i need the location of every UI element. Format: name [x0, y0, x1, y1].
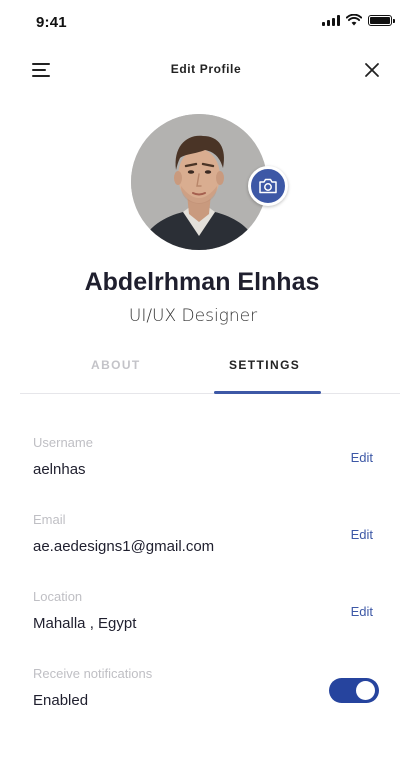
profile-name: Abdelrhman Elnhas: [84, 268, 320, 296]
avatar-container: [131, 114, 288, 250]
tab-settings[interactable]: SETTINGS: [229, 358, 300, 372]
field-label: Location: [33, 589, 83, 604]
cellular-signal-icon: [322, 14, 340, 26]
active-tab-indicator: [214, 391, 321, 394]
email-field: Email ae.aedesigns1@gmail.com Edit: [33, 512, 379, 562]
edit-username-button[interactable]: Edit: [351, 450, 373, 465]
edit-location-button[interactable]: Edit: [351, 604, 373, 619]
toggle-knob: [356, 681, 375, 700]
field-value: ae.aedesigns1@gmail.com: [33, 538, 215, 555]
battery-icon: [368, 14, 395, 26]
profile-tabs: ABOUT SETTINGS: [20, 346, 400, 394]
field-label: Email: [33, 512, 66, 527]
avatar: [131, 114, 267, 250]
field-value: aelnhas: [33, 461, 86, 478]
profile-role: UI/UX Designer: [128, 306, 258, 326]
status-time: 9:41: [36, 14, 67, 31]
notifications-toggle[interactable]: [329, 678, 379, 703]
field-value: Mahalla , Egypt: [33, 615, 137, 632]
notifications-field: Receive notifications Enabled: [33, 666, 379, 716]
field-label: Receive notifications: [33, 666, 153, 681]
status-icons: [322, 14, 395, 26]
edit-email-button[interactable]: Edit: [351, 527, 373, 542]
field-label: Username: [33, 435, 93, 450]
camera-icon: [259, 178, 277, 194]
username-field: Username aelnhas Edit: [33, 435, 379, 485]
change-photo-button[interactable]: [248, 166, 288, 206]
status-bar: 9:41: [0, 0, 412, 44]
page-title: Edit Profile: [170, 62, 242, 76]
wifi-icon: [346, 14, 362, 26]
close-icon[interactable]: [364, 62, 380, 78]
field-value: Enabled: [33, 692, 89, 709]
location-field: Location Mahalla , Egypt Edit: [33, 589, 379, 639]
tab-about[interactable]: ABOUT: [91, 358, 141, 372]
header: Edit Profile: [0, 52, 412, 88]
